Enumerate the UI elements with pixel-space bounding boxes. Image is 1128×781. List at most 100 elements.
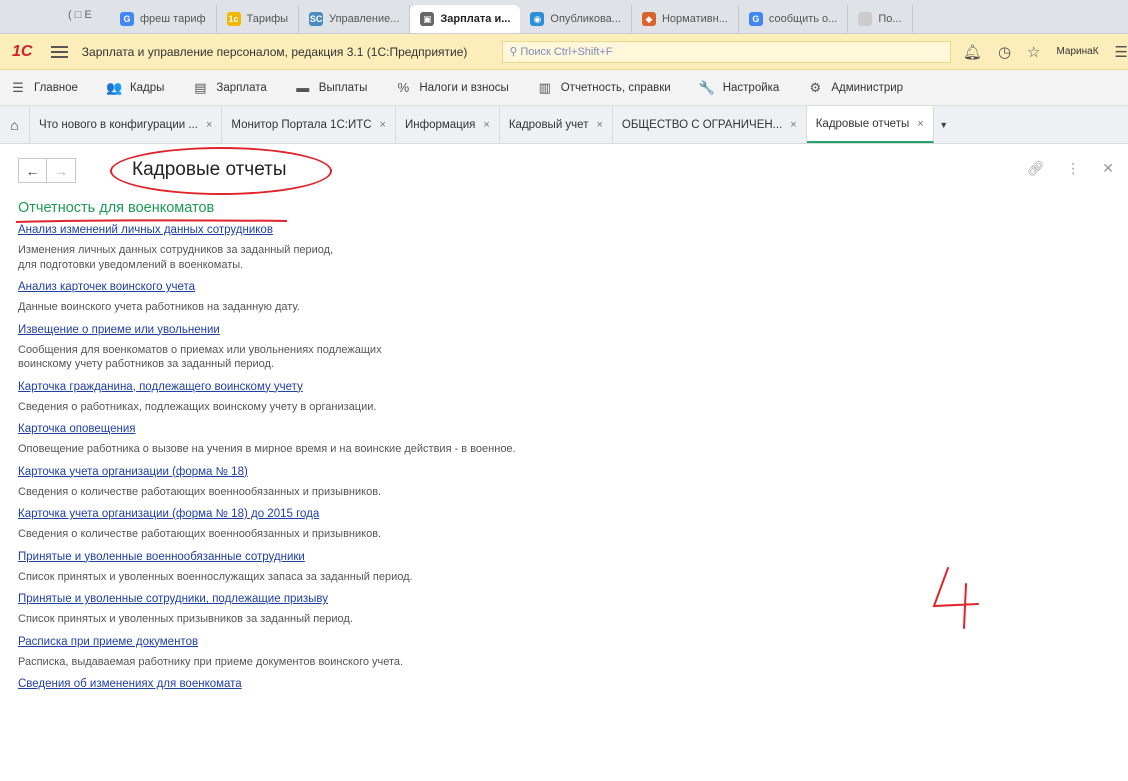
section-label: Настройка <box>722 81 780 94</box>
section-item[interactable]: 🔧 Настройка <box>699 80 780 96</box>
form-tab[interactable]: Информация × <box>396 106 500 143</box>
app-title-bar: 1С Зарплата и управление персоналом, ред… <box>0 34 1128 70</box>
bell-icon[interactable]: 🔔︎ <box>963 43 982 61</box>
section-label: Главное <box>34 81 78 94</box>
report-link[interactable]: Извещение о приеме или увольнении <box>18 323 918 337</box>
report-link[interactable]: Принятые и уволенные сотрудники, подлежа… <box>18 592 918 606</box>
home-icon[interactable]: ⌂ <box>0 106 30 143</box>
section-item[interactable]: ▥ Отчетность, справки <box>537 80 671 96</box>
browser-tab-favicon-icon: SC <box>309 12 324 26</box>
report-description: Сведения о количестве работающих военноо… <box>18 528 382 540</box>
close-tab-icon[interactable]: × <box>206 119 212 131</box>
annotation-handwritten-mark <box>932 567 979 629</box>
section-item[interactable]: ⚙ Администрир <box>807 80 904 96</box>
report-link[interactable]: Анализ карточек воинского учета <box>18 280 918 294</box>
section-item[interactable]: ☰ Главное <box>10 80 78 96</box>
report-link[interactable]: Карточка гражданина, подлежащего воинско… <box>18 380 918 394</box>
browser-tab-label: сообщить о... <box>768 13 838 25</box>
section-icon: ▬ <box>296 80 310 95</box>
close-tab-icon[interactable]: × <box>380 119 386 131</box>
browser-tab-favicon-icon: ◉ <box>530 12 545 26</box>
browser-tab-favicon-icon: G <box>748 12 763 26</box>
app-title: Зарплата и управление персоналом, редакц… <box>81 44 468 59</box>
section-label: Налоги и взносы <box>419 81 509 94</box>
form-tab-label: ОБЩЕСТВО С ОГРАНИЧЕН... <box>621 118 783 131</box>
close-tab-icon[interactable]: × <box>917 118 923 130</box>
form-tab[interactable]: ОБЩЕСТВО С ОГРАНИЧЕН... × <box>613 106 807 143</box>
section-icon: 🔧 <box>698 79 715 95</box>
global-search-input[interactable]: ⚲ Поиск Ctrl+Shift+F <box>502 40 951 63</box>
report-link[interactable]: Карточка учета организации (форма № 18) <box>18 465 918 479</box>
settings-menu-icon[interactable]: ☰ <box>1115 43 1128 61</box>
report-link[interactable]: Сведения об изменениях для военкомата <box>18 677 918 691</box>
browser-tab[interactable]: ◆ Нормативн... <box>632 5 739 33</box>
browser-tab[interactable]: ◉ Опубликова... <box>520 5 632 33</box>
history-icon[interactable]: ◷ <box>998 43 1011 61</box>
browser-tab[interactable]: SC Управление... <box>299 5 411 33</box>
section-label: Зарплата <box>216 81 267 94</box>
browser-tab[interactable]: По... <box>848 5 913 33</box>
browser-tab[interactable]: ▣ Зарплата и... <box>410 5 521 33</box>
section-item[interactable]: ▤ Зарплата <box>192 79 267 96</box>
close-tab-icon[interactable]: × <box>483 119 489 131</box>
browser-tab-label: Опубликова... <box>550 13 621 25</box>
section-item[interactable]: ▬ Выплаты <box>295 80 368 95</box>
form-tab[interactable]: Монитор Портала 1С:ИТС × <box>222 106 396 143</box>
report-item: Карточка учета организации (форма № 18) С… <box>18 465 918 500</box>
report-item: Карточка оповещения Оповещение работника … <box>18 422 918 457</box>
section-icon: ▤ <box>194 79 207 95</box>
form-tab-label: Информация <box>404 118 476 131</box>
browser-lead-favicons: ( □ E <box>68 9 92 21</box>
browser-tab[interactable]: 1c Тарифы <box>217 5 300 33</box>
more-vertical-icon[interactable]: ⋮ <box>1066 160 1080 177</box>
arrow-left-icon[interactable]: ← <box>18 158 47 183</box>
report-link[interactable]: Карточка учета организации (форма № 18) … <box>18 507 918 521</box>
form-tab[interactable]: Кадровые отчеты × <box>806 106 934 143</box>
report-link[interactable]: Анализ изменений личных данных сотрудник… <box>18 223 918 237</box>
browser-tab-label: Тарифы <box>246 13 289 25</box>
section-label: Администрир <box>831 81 904 94</box>
browser-tab-label: Управление... <box>329 13 400 25</box>
arrow-right-icon[interactable]: → <box>47 158 76 183</box>
report-description: Данные воинского учета работников на зад… <box>18 301 300 313</box>
browser-tab-favicon-icon: ▣ <box>420 12 435 26</box>
report-item: Принятые и уволенные военнообязанные сот… <box>18 550 918 585</box>
close-icon[interactable]: ✕ <box>1102 160 1114 177</box>
close-tab-icon[interactable]: × <box>596 119 602 131</box>
section-label: Выплаты <box>318 81 368 94</box>
browser-tab-label: Зарплата и... <box>440 13 511 25</box>
form-tab-label: Монитор Портала 1С:ИТС <box>231 118 372 131</box>
report-description: Список принятых и уволенных военнослужащ… <box>18 570 413 583</box>
form-tab[interactable]: Кадровый учет × <box>500 106 613 143</box>
report-item: Сведения об изменениях для военкомата <box>18 677 918 691</box>
section-icon: % <box>397 80 410 95</box>
more-tabs-icon[interactable]: ▼ <box>934 106 954 143</box>
section-label: Кадры <box>129 81 165 94</box>
report-link[interactable]: Расписка при приеме документов <box>18 635 918 649</box>
reports-content: Отчетность для военкоматов Анализ измене… <box>18 200 918 699</box>
link-icon[interactable]: 🔗︎ <box>1026 160 1044 177</box>
page-title: Кадровые отчеты <box>132 159 287 180</box>
search-placeholder: Поиск Ctrl+Shift+F <box>520 45 613 58</box>
report-description: Сообщения для военкоматов о приемах или … <box>18 343 382 371</box>
browser-tab[interactable]: Gсообщить о... <box>739 5 849 33</box>
main-menu-icon[interactable] <box>50 45 68 58</box>
report-description: Сведения о работниках, подлежащих воинск… <box>18 400 377 413</box>
browser-tab[interactable]: Gфреш тариф <box>110 5 217 33</box>
report-link[interactable]: Принятые и уволенные военнообязанные сот… <box>18 550 918 564</box>
section-icon: ▥ <box>538 79 551 95</box>
report-link[interactable]: Карточка оповещения <box>18 422 918 436</box>
section-item[interactable]: 👥 Кадры <box>106 80 164 96</box>
form-tab-label: Кадровый учет <box>508 118 589 131</box>
report-item: Карточка гражданина, подлежащего воинско… <box>18 380 918 415</box>
close-tab-icon[interactable]: × <box>790 119 796 131</box>
browser-tab-label: По... <box>878 13 902 25</box>
section-icon: ☰ <box>12 79 24 95</box>
browser-tab-favicon-icon: 1c <box>226 12 241 26</box>
report-item: Извещение о приеме или увольнении Сообщен… <box>18 323 918 372</box>
star-icon[interactable]: ☆ <box>1027 43 1040 61</box>
section-item[interactable]: % Налоги и взносы <box>395 80 509 95</box>
current-user[interactable]: МаринаК <box>1056 46 1098 57</box>
form-tab[interactable]: Что нового в конфигурации ... × <box>30 106 223 143</box>
sections-panel: ☰ Главное 👥 Кадры ▤ Зарплата ▬ Выплаты% Налоги и… <box>0 70 1128 106</box>
